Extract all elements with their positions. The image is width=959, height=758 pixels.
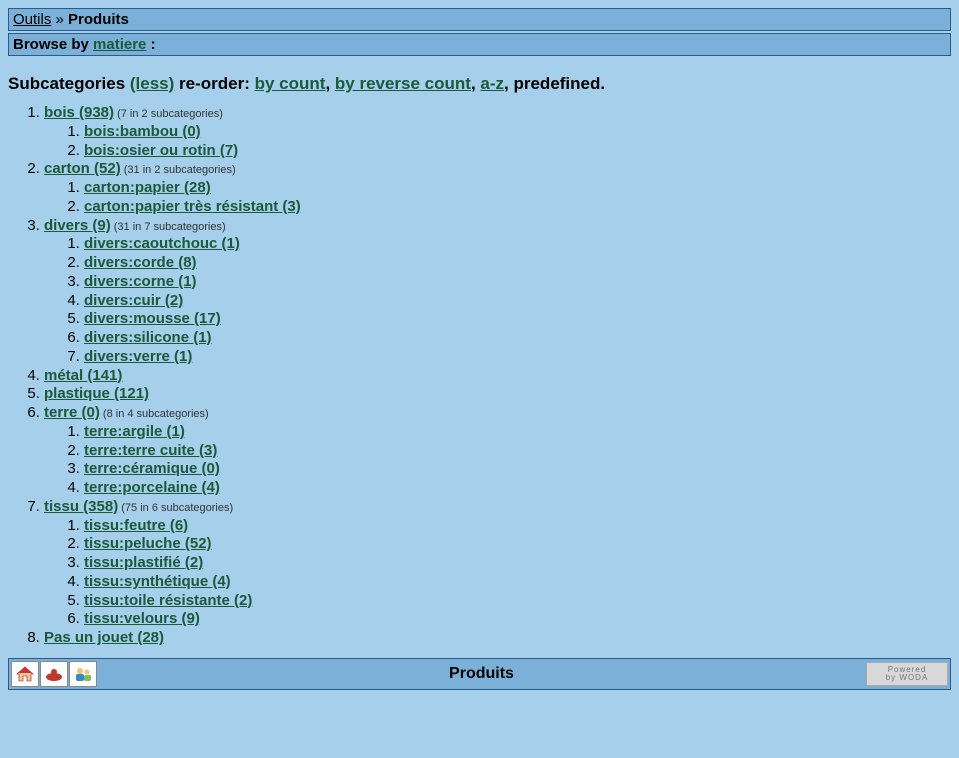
subcategory-item: tissu:velours (9) [84, 610, 951, 629]
reorder-by-reverse-count[interactable]: by reverse count [335, 74, 471, 93]
category-note: (31 in 2 subcategories) [121, 164, 236, 176]
subcat-label: Subcategories [8, 74, 130, 93]
subcategory-link[interactable]: bois:bambou (0) [84, 123, 201, 140]
categories-list: bois (938) (7 in 2 subcategories) bois:ba… [8, 104, 951, 648]
category-link[interactable]: bois (938) [44, 104, 114, 121]
subcategory-link[interactable]: divers:corde (8) [84, 254, 197, 271]
reorder-label: re-order: [174, 74, 254, 93]
subcategory-item: terre:céramique (0) [84, 460, 951, 479]
subcategory-item: terre:argile (1) [84, 423, 951, 442]
category-note: (75 in 6 subcategories) [118, 502, 233, 514]
subcategory-link[interactable]: divers:mousse (17) [84, 310, 221, 327]
category-link[interactable]: terre (0) [44, 404, 100, 421]
category-item: métal (141) [44, 367, 951, 386]
subcategory-item: divers:mousse (17) [84, 310, 951, 329]
reorder-predefined: , predefined. [504, 74, 605, 93]
subcategory-link[interactable]: tissu:peluche (52) [84, 535, 212, 552]
browse-prefix: Browse by [13, 36, 93, 53]
subcategory-link[interactable]: carton:papier (28) [84, 179, 211, 196]
breadcrumb-root-link[interactable]: Outils [13, 11, 51, 28]
subcategory-item: tissu:synthétique (4) [84, 573, 951, 592]
category-link[interactable]: divers (9) [44, 217, 111, 234]
category-note: (31 in 7 subcategories) [111, 221, 226, 233]
reorder-by-count[interactable]: by count [255, 74, 326, 93]
footer-bar: Produits Powered by WODA [8, 658, 951, 690]
category-note: (7 in 2 subcategories) [114, 108, 223, 120]
subcategory-link[interactable]: tissu:toile résistante (2) [84, 592, 252, 609]
subcategory-link[interactable]: bois:osier ou rotin (7) [84, 142, 238, 159]
subcategory-link[interactable]: terre:céramique (0) [84, 460, 220, 477]
subcategory-link[interactable]: tissu:feutre (6) [84, 517, 188, 534]
category-link[interactable]: plastique (121) [44, 385, 149, 402]
subcategory-item: terre:porcelaine (4) [84, 479, 951, 498]
category-link[interactable]: métal (141) [44, 367, 122, 384]
category-item: divers (9) (31 in 7 subcategories) divers… [44, 217, 951, 367]
subcategory-item: carton:papier (28) [84, 179, 951, 198]
subcategory-link[interactable]: terre:terre cuite (3) [84, 442, 217, 459]
subcategory-item: divers:corde (8) [84, 254, 951, 273]
category-item: tissu (358) (75 in 6 subcategories) tissu… [44, 498, 951, 629]
subcategory-link[interactable]: divers:caoutchouc (1) [84, 235, 240, 252]
subcategory-link[interactable]: tissu:plastifié (2) [84, 554, 203, 571]
category-item: terre (0) (8 in 4 subcategories) terre:ar… [44, 404, 951, 498]
breadcrumb-current: Produits [68, 11, 129, 28]
subcategory-item: tissu:feutre (6) [84, 517, 951, 536]
subcategories-header: Subcategories (less) re-order: by count,… [8, 74, 951, 94]
subcategory-link[interactable]: tissu:velours (9) [84, 610, 200, 627]
category-item: carton (52) (31 in 2 subcategories) carto… [44, 160, 951, 216]
subcategory-link[interactable]: divers:silicone (1) [84, 329, 212, 346]
powered-by-badge[interactable]: Powered by WODA [866, 662, 948, 686]
category-link[interactable]: Pas un jouet (28) [44, 629, 164, 646]
breadcrumb-separator: » [51, 11, 68, 28]
subcategory-item: divers:caoutchouc (1) [84, 235, 951, 254]
subcategory-link[interactable]: terre:porcelaine (4) [84, 479, 220, 496]
subcategory-item: tissu:plastifié (2) [84, 554, 951, 573]
subcategories-list: tissu:feutre (6)tissu:peluche (52) tissu:… [44, 517, 951, 630]
subcategories-list: divers:caoutchouc (1) divers:corde (8) div… [44, 235, 951, 366]
reorder-az[interactable]: a-z [480, 74, 504, 93]
subcategory-item: divers:verre (1) [84, 348, 951, 367]
category-item: plastique (121) [44, 385, 951, 404]
subcategory-item: tissu:toile résistante (2) [84, 592, 951, 611]
subcategory-item: terre:terre cuite (3) [84, 442, 951, 461]
subcategory-link[interactable]: carton:papier très résistant (3) [84, 198, 301, 215]
category-link[interactable]: tissu (358) [44, 498, 118, 515]
subcategory-item: carton:papier très résistant (3) [84, 198, 951, 217]
subcategory-item: divers:cuir (2) [84, 292, 951, 311]
subcategory-link[interactable]: divers:cuir (2) [84, 292, 183, 309]
subcategory-item: divers:corne (1) [84, 273, 951, 292]
browse-suffix: : [146, 36, 155, 53]
admin-icon[interactable] [40, 661, 68, 687]
subcategory-link[interactable]: terre:argile (1) [84, 423, 185, 440]
users-icon[interactable] [69, 661, 97, 687]
browse-field-link[interactable]: matiere [93, 36, 146, 53]
subcategories-list: carton:papier (28) carton:papier très rés… [44, 179, 951, 217]
category-item: Pas un jouet (28) [44, 629, 951, 648]
subcategory-item: bois:bambou (0) [84, 123, 951, 142]
subcategories-list: bois:bambou (0) bois:osier ou rotin (7) [44, 123, 951, 161]
category-link[interactable]: carton (52) [44, 160, 121, 177]
category-item: bois (938) (7 in 2 subcategories) bois:ba… [44, 104, 951, 160]
browse-by-bar: Browse by matiere : [8, 33, 951, 56]
subcategory-link[interactable]: tissu:synthétique (4) [84, 573, 231, 590]
breadcrumb: Outils » Produits [8, 8, 951, 31]
subcategories-list: terre:argile (1)terre:terre cuite (3)ter… [44, 423, 951, 498]
subcategory-link[interactable]: divers:corne (1) [84, 273, 197, 290]
subcategory-link[interactable]: divers:verre (1) [84, 348, 192, 365]
footer-title: Produits [97, 665, 866, 683]
subcategory-item: divers:silicone (1) [84, 329, 951, 348]
less-link[interactable]: (less) [130, 74, 174, 93]
home-icon[interactable] [11, 661, 39, 687]
category-note: (8 in 4 subcategories) [100, 408, 209, 420]
subcategory-item: bois:osier ou rotin (7) [84, 142, 951, 161]
subcategory-item: tissu:peluche (52) [84, 535, 951, 554]
